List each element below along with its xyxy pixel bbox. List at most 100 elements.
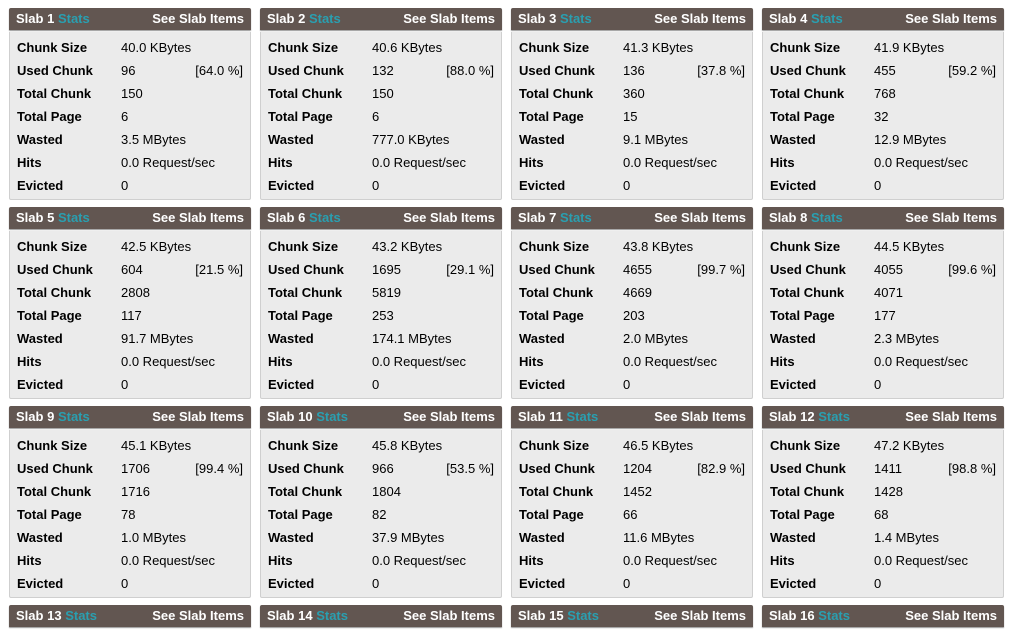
slab-prefix: Slab [267,409,295,424]
used-chunk-percent: [82.9 %] [697,461,745,476]
stats-link[interactable]: Stats [811,210,843,225]
row-hits: Hits 0.0 Request/sec [17,549,243,572]
slab-id: 2 [298,11,306,26]
evicted-value: 0 [874,576,882,591]
row-chunk-size: Chunk Size 42.5 KBytes [17,235,243,258]
see-slab-items-link[interactable]: See Slab Items [403,8,495,30]
total-page-label: Total Page [17,109,82,124]
stats-link[interactable]: Stats [58,11,90,26]
total-chunk-label: Total Chunk [17,86,92,101]
see-slab-items-link[interactable]: See Slab Items [403,406,495,428]
slab-title: Slab 16 Stats [769,605,850,627]
used-chunk-percent: [98.8 %] [948,461,996,476]
stats-link[interactable]: Stats [316,409,348,424]
see-slab-items-link[interactable]: See Slab Items [905,207,997,229]
see-slab-items-link[interactable]: See Slab Items [905,406,997,428]
slab-prefix: Slab [16,608,44,623]
total-chunk-value: 360 [623,86,645,101]
evicted-label: Evicted [519,377,566,392]
evicted-value: 0 [623,377,631,392]
stats-link[interactable]: Stats [316,608,348,623]
slab-id: 7 [549,210,557,225]
hits-value: 0.0 Request/sec [372,155,466,170]
stats-link[interactable]: Stats [309,210,341,225]
hits-label: Hits [17,553,42,568]
see-slab-items-link[interactable]: See Slab Items [403,207,495,229]
row-evicted: Evicted 0 [17,174,243,197]
hits-label: Hits [519,354,544,369]
slab-title: Slab 4 Stats [769,8,843,30]
see-slab-items-link[interactable]: See Slab Items [654,406,746,428]
used-chunk-value: 132 [372,63,394,78]
slab-id: 1 [47,11,55,26]
total-chunk-value: 1452 [623,484,652,499]
row-wasted: Wasted 2.3 MBytes [770,327,996,350]
stats-link[interactable]: Stats [811,11,843,26]
see-slab-items-link[interactable]: See Slab Items [152,406,244,428]
row-used-chunk: Used Chunk 1695 [29.1 %] [268,258,494,281]
used-chunk-value: 4655 [623,262,652,277]
slab-panel-9: Slab 9 Stats See Slab Items Chunk Size 4… [9,406,251,598]
chunk-size-value: 45.1 KBytes [121,438,192,453]
hits-value: 0.0 Request/sec [121,354,215,369]
used-chunk-value: 604 [121,262,143,277]
row-wasted: Wasted 3.5 MBytes [17,128,243,151]
wasted-value: 11.6 MBytes [623,530,695,545]
hits-value: 0.0 Request/sec [121,553,215,568]
see-slab-items-link[interactable]: See Slab Items [403,605,495,627]
hits-value: 0.0 Request/sec [623,155,717,170]
chunk-size-value: 45.8 KBytes [372,438,443,453]
stats-link[interactable]: Stats [567,608,599,623]
see-slab-items-link[interactable]: See Slab Items [152,605,244,627]
slab-header: Slab 4 Stats See Slab Items [762,8,1004,30]
stats-link[interactable]: Stats [65,608,97,623]
see-slab-items-link[interactable]: See Slab Items [905,605,997,627]
stats-link[interactable]: Stats [309,11,341,26]
stats-link[interactable]: Stats [58,210,90,225]
row-hits: Hits 0.0 Request/sec [770,151,996,174]
total-page-value: 15 [623,109,638,124]
row-evicted: Evicted 0 [770,174,996,197]
row-total-chunk: Total Chunk 4669 [519,281,745,304]
stats-link[interactable]: Stats [818,608,850,623]
see-slab-items-link[interactable]: See Slab Items [654,207,746,229]
row-hits: Hits 0.0 Request/sec [268,151,494,174]
stats-link[interactable]: Stats [560,11,592,26]
row-hits: Hits 0.0 Request/sec [770,350,996,373]
total-page-value: 117 [121,308,142,323]
slab-id: 16 [800,608,815,623]
hits-value: 0.0 Request/sec [874,553,968,568]
slab-header: Slab 1 Stats See Slab Items [9,8,251,30]
stats-link[interactable]: Stats [566,409,598,424]
see-slab-items-link[interactable]: See Slab Items [152,207,244,229]
row-total-page: Total Page 66 [519,503,745,526]
row-used-chunk: Used Chunk 604 [21.5 %] [17,258,243,281]
total-chunk-label: Total Chunk [519,285,594,300]
hits-label: Hits [17,155,42,170]
stats-link[interactable]: Stats [560,210,592,225]
evicted-label: Evicted [268,377,315,392]
evicted-value: 0 [121,576,129,591]
see-slab-items-link[interactable]: See Slab Items [905,8,997,30]
total-page-label: Total Page [519,109,584,124]
hits-label: Hits [17,354,42,369]
evicted-value: 0 [121,377,129,392]
stats-link[interactable]: Stats [58,409,90,424]
wasted-label: Wasted [519,132,565,147]
see-slab-items-link[interactable]: See Slab Items [654,8,746,30]
total-chunk-label: Total Chunk [519,484,594,499]
chunk-size-value: 41.9 KBytes [874,40,945,55]
row-evicted: Evicted 0 [519,174,745,197]
total-page-label: Total Page [519,507,584,522]
row-evicted: Evicted 0 [268,572,494,595]
chunk-size-label: Chunk Size [519,438,590,453]
see-slab-items-link[interactable]: See Slab Items [152,8,244,30]
stats-link[interactable]: Stats [818,409,850,424]
see-slab-items-link[interactable]: See Slab Items [654,605,746,627]
row-evicted: Evicted 0 [17,572,243,595]
slab-header: Slab 5 Stats See Slab Items [9,207,251,229]
row-total-chunk: Total Chunk 5819 [268,281,494,304]
hits-value: 0.0 Request/sec [372,553,466,568]
row-used-chunk: Used Chunk 136 [37.8 %] [519,59,745,82]
slab-stats-body: Chunk Size 40.0 KBytes Used Chunk 96 [64… [9,32,251,200]
